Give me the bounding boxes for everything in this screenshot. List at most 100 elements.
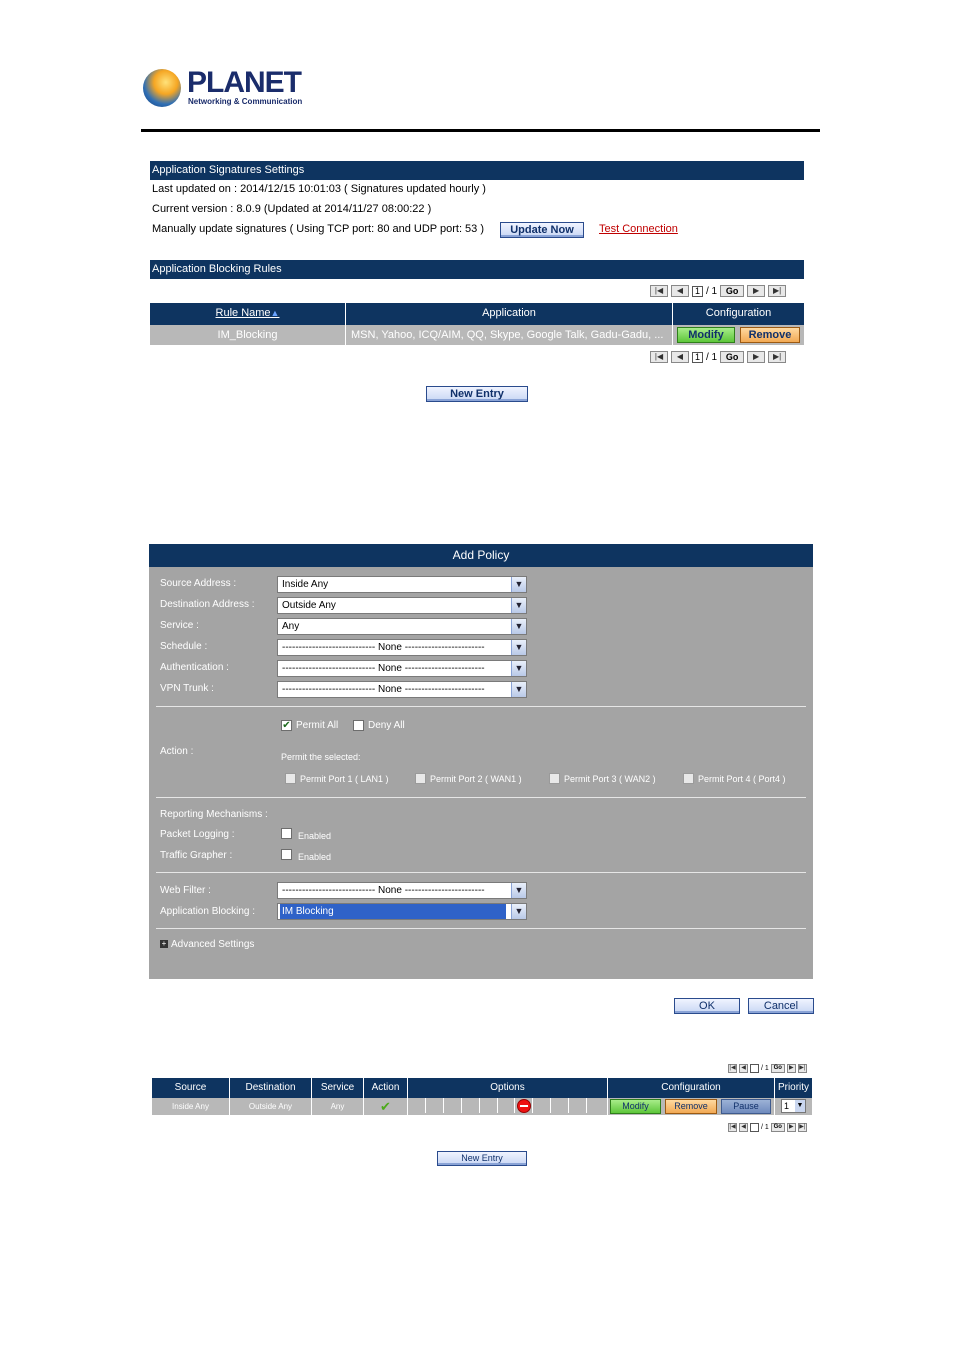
- port2-label: Permit Port 2 ( WAN1 ): [430, 774, 522, 784]
- authentication-select[interactable]: ---------------------------- None ------…: [277, 660, 527, 677]
- blocking-rules-header: Application Blocking Rules: [150, 260, 804, 279]
- pause-button[interactable]: Pause: [721, 1099, 771, 1114]
- port3-label: Permit Port 3 ( WAN2 ): [564, 774, 656, 784]
- prev-page-icon[interactable]: ◀: [671, 285, 689, 297]
- remove-button[interactable]: Remove: [665, 1099, 717, 1114]
- modify-button[interactable]: Modify: [610, 1099, 661, 1114]
- go-button[interactable]: Go: [770, 1122, 785, 1132]
- app-blocking-select[interactable]: IM Blocking ▼: [277, 903, 527, 920]
- no-entry-icon: [517, 1099, 532, 1113]
- rule-name-cell: IM_Blocking: [150, 325, 346, 345]
- cancel-button[interactable]: Cancel: [748, 998, 814, 1014]
- destination-address-select[interactable]: Outside Any ▼: [277, 597, 527, 614]
- page-number-input[interactable]: [750, 1122, 759, 1132]
- permit-all-label: Permit All: [296, 720, 339, 731]
- next-page-icon[interactable]: ▶: [747, 285, 766, 297]
- blocking-pager-top: |◀ ◀ 1 / 1 Go ▶ ▶|: [650, 284, 787, 298]
- update-now-button[interactable]: Update Now: [500, 222, 584, 238]
- application-cell: MSN, Yahoo, ICQ/AIM, QQ, Skype, Google T…: [346, 325, 673, 345]
- priority-select[interactable]: 1 ▼: [781, 1099, 806, 1113]
- brand-name: PLANET: [187, 66, 302, 99]
- chevron-down-icon: ▼: [511, 661, 526, 676]
- packet-logging-checkbox[interactable]: [281, 828, 292, 839]
- blocking-pager-bottom: |◀ ◀ 1 / 1 Go ▶ ▶|: [650, 350, 787, 364]
- go-button[interactable]: Go: [720, 351, 745, 363]
- packet-logging-enabled-label: Enabled: [298, 831, 332, 841]
- col-destination: Destination: [230, 1078, 312, 1098]
- add-policy-panel: Add Policy Source Address : Inside Any ▼ …: [149, 544, 813, 979]
- deny-all-label: Deny All: [368, 720, 405, 731]
- col-configuration: Configuration: [608, 1078, 775, 1098]
- permit-selected-label: Permit the selected:: [281, 752, 361, 762]
- modify-button[interactable]: Modify: [677, 327, 735, 343]
- col-priority: Priority: [777, 1082, 810, 1093]
- chevron-down-icon: ▼: [511, 577, 526, 592]
- col-source: Source: [152, 1078, 230, 1098]
- last-page-icon[interactable]: ▶|: [768, 351, 787, 363]
- schedule-select[interactable]: ---------------------------- None ------…: [277, 639, 527, 656]
- policy-pager-bottom: |◀ ◀ / 1 Go ▶ ▶|: [728, 1120, 807, 1134]
- advanced-settings-toggle[interactable]: Advanced Settings: [171, 939, 254, 950]
- first-page-icon[interactable]: |◀: [728, 1063, 737, 1073]
- port4-checkbox[interactable]: [683, 773, 694, 784]
- port1-checkbox[interactable]: [285, 773, 296, 784]
- chevron-down-icon: ▼: [511, 904, 526, 919]
- last-page-icon[interactable]: ▶|: [797, 1122, 807, 1132]
- prev-page-icon[interactable]: ◀: [739, 1122, 748, 1132]
- next-page-icon[interactable]: ▶: [786, 1122, 796, 1132]
- traffic-grapher-label: Traffic Grapher :: [160, 850, 233, 861]
- policy-configuration-cell: Modify Remove Pause: [608, 1098, 775, 1115]
- source-address-label: Source Address :: [160, 578, 237, 589]
- last-page-icon[interactable]: ▶|: [797, 1063, 807, 1073]
- permit-all-checkbox[interactable]: ✔: [281, 720, 292, 731]
- signatures-current-version: Current version : 8.0.9 (Updated at 2014…: [152, 203, 432, 215]
- next-page-icon[interactable]: ▶: [786, 1063, 796, 1073]
- service-cell: Any: [312, 1098, 364, 1115]
- chevron-down-icon: ▼: [795, 1100, 805, 1112]
- expand-plus-icon[interactable]: +: [160, 940, 168, 948]
- prev-page-icon[interactable]: ◀: [671, 351, 689, 363]
- service-select[interactable]: Any ▼: [277, 618, 527, 635]
- source-address-select[interactable]: Inside Any ▼: [277, 576, 527, 593]
- web-filter-select[interactable]: ---------------------------- None ------…: [277, 882, 527, 899]
- chevron-down-icon: ▼: [511, 883, 526, 898]
- first-page-icon[interactable]: |◀: [650, 285, 668, 297]
- page-number-input[interactable]: 1: [692, 285, 703, 297]
- deny-all-checkbox[interactable]: [353, 720, 364, 731]
- vpn-trunk-select[interactable]: ---------------------------- None ------…: [277, 681, 527, 698]
- test-connection-link[interactable]: Test Connection: [599, 223, 678, 235]
- add-policy-title: Add Policy: [149, 544, 813, 567]
- next-page-icon[interactable]: ▶: [747, 351, 766, 363]
- action-label: Action :: [160, 746, 194, 757]
- first-page-icon[interactable]: |◀: [728, 1122, 737, 1132]
- page-number-input[interactable]: [750, 1063, 759, 1073]
- go-button[interactable]: Go: [770, 1063, 785, 1073]
- page-total: / 1: [761, 1123, 769, 1131]
- app-blocking-label: Application Blocking :: [160, 906, 256, 917]
- page-number-input[interactable]: 1: [692, 351, 703, 363]
- brand-tagline: Networking & Communication: [188, 97, 303, 106]
- ok-button[interactable]: OK: [674, 998, 740, 1014]
- policy-new-entry-button[interactable]: New Entry: [437, 1151, 527, 1166]
- remove-button[interactable]: Remove: [740, 327, 800, 343]
- configuration-cell: Modify Remove: [673, 325, 804, 345]
- chevron-down-icon: ▼: [511, 682, 526, 697]
- port2-checkbox[interactable]: [415, 773, 426, 784]
- schedule-label: Schedule :: [160, 641, 208, 652]
- traffic-grapher-checkbox[interactable]: [281, 849, 292, 860]
- header-divider: [141, 129, 820, 132]
- blocking-table-header: Rule Name▲ Application Configuration: [150, 303, 804, 325]
- prev-page-icon[interactable]: ◀: [739, 1063, 748, 1073]
- divider: [156, 797, 806, 798]
- divider: [156, 706, 806, 707]
- first-page-icon[interactable]: |◀: [650, 351, 668, 363]
- options-cell: [408, 1098, 608, 1115]
- destination-address-label: Destination Address :: [160, 599, 255, 610]
- go-button[interactable]: Go: [720, 285, 745, 297]
- new-entry-button[interactable]: New Entry: [426, 386, 528, 402]
- vpn-trunk-label: VPN Trunk :: [160, 683, 214, 694]
- port3-checkbox[interactable]: [549, 773, 560, 784]
- col-rule-name[interactable]: Rule Name▲: [150, 303, 346, 325]
- last-page-icon[interactable]: ▶|: [768, 285, 787, 297]
- web-filter-label: Web Filter :: [160, 885, 211, 896]
